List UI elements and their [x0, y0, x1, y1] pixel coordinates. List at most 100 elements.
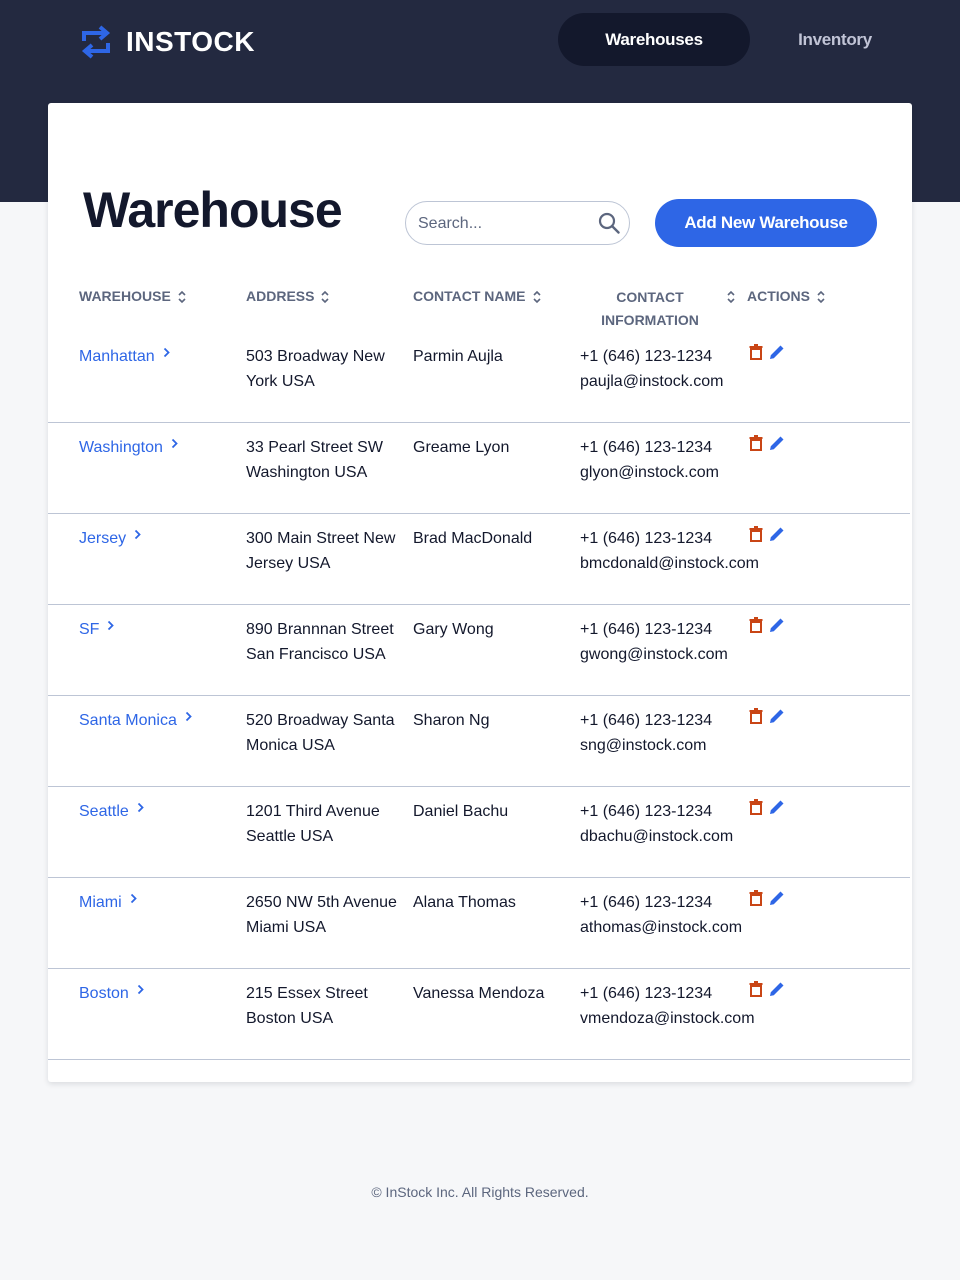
trash-icon[interactable]	[749, 708, 763, 729]
warehouse-link[interactable]: Boston	[79, 981, 144, 1006]
contact-email: sng@instock.com	[580, 737, 707, 754]
search-box	[405, 201, 630, 245]
contact-name: Sharon Ng	[413, 712, 490, 729]
search-input[interactable]	[418, 212, 588, 236]
warehouse-link[interactable]: SF	[79, 617, 115, 642]
sort-icon[interactable]	[532, 289, 542, 308]
pencil-icon[interactable]	[769, 981, 785, 1002]
contact-phone: +1 (646) 123-1234	[580, 894, 713, 911]
warehouse-address: 520 Broadway Santa Monica USA	[246, 712, 395, 754]
header-address[interactable]: ADDRESS	[246, 288, 330, 308]
page-title: Warehouse	[83, 182, 343, 238]
pencil-icon[interactable]	[769, 708, 785, 729]
header-contact-name[interactable]: CONTACT NAME	[413, 288, 542, 308]
swap-arrows-icon	[81, 25, 111, 59]
table-row: Washington 33 Pearl Street SW Washington…	[48, 423, 910, 514]
contact-email: glyon@instock.com	[580, 464, 719, 481]
brand-logo[interactable]: INSTOCK	[80, 25, 255, 59]
header-contact-name-label: CONTACT NAME	[413, 288, 526, 304]
header-contact-information-label: CONTACT INFORMATION	[580, 286, 720, 332]
contact-email: dbachu@instock.com	[580, 828, 734, 845]
header-contact-information-line2: INFORMATION	[601, 312, 699, 328]
warehouse-address: 503 Broadway New York USA	[246, 348, 385, 390]
chevron-right-icon	[137, 796, 144, 821]
contact-name: Vanessa Mendoza	[413, 985, 545, 1002]
row-actions	[749, 981, 785, 1002]
nav-inventory[interactable]: Inventory	[780, 13, 890, 66]
warehouse-address: 2650 NW 5th Avenue Miami USA	[246, 894, 397, 936]
table-row: Jersey 300 Main Street New Jersey USA Br…	[48, 514, 910, 605]
header-warehouse-label: WAREHOUSE	[79, 288, 171, 304]
trash-icon[interactable]	[749, 435, 763, 456]
sort-icon[interactable]	[177, 289, 187, 308]
warehouse-link[interactable]: Miami	[79, 890, 137, 915]
table-row: Miami 2650 NW 5th Avenue Miami USA Alana…	[48, 878, 910, 969]
header-actions[interactable]: ACTIONS	[747, 288, 826, 308]
contact-name: Parmin Aujla	[413, 348, 503, 365]
contact-email: vmendoza@instock.com	[580, 1010, 755, 1027]
row-actions	[749, 344, 785, 365]
trash-icon[interactable]	[749, 344, 763, 365]
add-warehouse-button[interactable]: Add New Warehouse	[655, 199, 877, 247]
nav-warehouses[interactable]: Warehouses	[558, 13, 750, 66]
trash-icon[interactable]	[749, 981, 763, 1002]
pencil-icon[interactable]	[769, 344, 785, 365]
contact-email: bmcdonald@instock.com	[580, 555, 759, 572]
brand-name: INSTOCK	[126, 26, 255, 57]
contact-phone: +1 (646) 123-1234	[580, 985, 713, 1002]
trash-icon[interactable]	[749, 890, 763, 911]
warehouse-link[interactable]: Washington	[79, 435, 178, 460]
footer-copyright: © InStock Inc. All Rights Reserved.	[371, 1184, 589, 1200]
row-actions	[749, 617, 785, 638]
contact-phone: +1 (646) 123-1234	[580, 439, 713, 456]
contact-name: Greame Lyon	[413, 439, 510, 456]
header-contact-information-line1: CONTACT	[616, 289, 684, 305]
warehouse-name: Santa Monica	[79, 712, 177, 729]
contact-phone: +1 (646) 123-1234	[580, 712, 713, 729]
warehouse-name: Jersey	[79, 530, 127, 547]
sort-icon[interactable]	[816, 289, 826, 308]
warehouse-name: SF	[79, 621, 100, 638]
pencil-icon[interactable]	[769, 890, 785, 911]
warehouse-link[interactable]: Santa Monica	[79, 708, 192, 733]
contact-information: +1 (646) 123-1234 paujla@instock.com	[580, 344, 770, 394]
chevron-right-icon	[171, 432, 178, 457]
trash-icon[interactable]	[749, 799, 763, 820]
table-row: SF 890 Brannnan Street San Francisco USA…	[48, 605, 910, 696]
contact-phone: +1 (646) 123-1234	[580, 621, 713, 638]
sort-icon[interactable]	[726, 289, 736, 310]
table-row: Boston 215 Essex Street Boston USA Vanes…	[48, 969, 910, 1060]
pencil-icon[interactable]	[769, 617, 785, 638]
chevron-right-icon	[185, 705, 192, 730]
warehouse-address: 33 Pearl Street SW Washington USA	[246, 439, 383, 481]
row-actions	[749, 435, 785, 456]
contact-phone: +1 (646) 123-1234	[580, 530, 713, 547]
contact-name: Daniel Bachu	[413, 803, 509, 820]
contact-name: Brad MacDonald	[413, 530, 533, 547]
contact-information: +1 (646) 123-1234 athomas@instock.com	[580, 890, 770, 940]
warehouse-address: 300 Main Street New Jersey USA	[246, 530, 396, 572]
search-icon[interactable]	[598, 212, 620, 239]
contact-information: +1 (646) 123-1234 sng@instock.com	[580, 708, 770, 758]
header-address-label: ADDRESS	[246, 288, 315, 304]
contact-phone: +1 (646) 123-1234	[580, 803, 713, 820]
warehouse-link[interactable]: Manhattan	[79, 344, 170, 369]
warehouse-address: 215 Essex Street Boston USA	[246, 985, 368, 1027]
row-actions	[749, 890, 785, 911]
warehouse-link[interactable]: Jersey	[79, 526, 141, 551]
contact-information: +1 (646) 123-1234 bmcdonald@instock.com	[580, 526, 770, 576]
pencil-icon[interactable]	[769, 435, 785, 456]
trash-icon[interactable]	[749, 617, 763, 638]
header-contact-information[interactable]: CONTACT INFORMATION	[580, 286, 720, 332]
row-actions	[749, 708, 785, 729]
warehouse-link[interactable]: Seattle	[79, 799, 144, 824]
header-warehouse[interactable]: WAREHOUSE	[79, 288, 187, 308]
pencil-icon[interactable]	[769, 526, 785, 547]
contact-name: Gary Wong	[413, 621, 494, 638]
trash-icon[interactable]	[749, 526, 763, 547]
pencil-icon[interactable]	[769, 799, 785, 820]
sort-icon[interactable]	[320, 289, 330, 308]
contact-email: paujla@instock.com	[580, 373, 724, 390]
contact-email: athomas@instock.com	[580, 919, 743, 936]
contact-phone: +1 (646) 123-1234	[580, 348, 713, 365]
